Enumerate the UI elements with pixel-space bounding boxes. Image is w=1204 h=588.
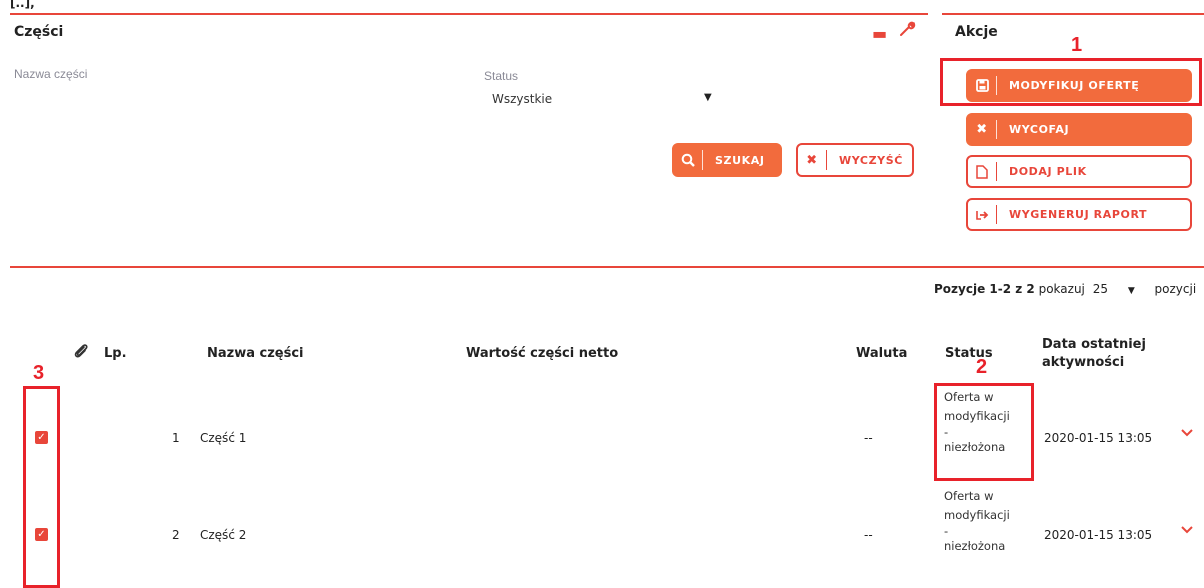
search-icon [674, 153, 702, 167]
col-header-part-name[interactable]: Nazwa części [207, 346, 304, 361]
status-line: - [944, 425, 949, 439]
add-file-label: DODAJ PLIK [1009, 165, 1087, 178]
status-filter-select[interactable]: Wszystkie ▼ [484, 88, 714, 110]
paperclip-icon [72, 342, 90, 364]
close-icon: ✖ [806, 152, 818, 168]
col-header-last-activity-line2[interactable]: aktywności [1042, 355, 1124, 370]
status-line: niezłożona [944, 440, 1006, 454]
page-size-select[interactable]: 25 ▼ [1093, 282, 1151, 296]
page-size-value: 25 [1092, 282, 1108, 296]
status-line: modyfikacji [944, 508, 1010, 522]
pagination: Pozycje 1-2 z 2 pokazuj 25 ▼ pozycji [934, 282, 1196, 296]
col-header-lp[interactable]: Lp. [104, 346, 127, 361]
col-header-net-value[interactable]: Wartość części netto [466, 346, 618, 361]
status-line: niezłożona [944, 539, 1006, 553]
withdraw-button[interactable]: ✖ WYCOFAJ [966, 113, 1192, 146]
list-section-rule [10, 266, 1204, 268]
close-icon: ✖ [976, 122, 988, 137]
search-button-label: SZUKAJ [715, 153, 765, 167]
part-name-label: Nazwa części [14, 67, 88, 81]
withdraw-label: WYCOFAJ [1009, 123, 1070, 136]
collapse-icon[interactable]: ▬ [872, 24, 887, 43]
row-status: Oferta w modyfikacji - niezłożona [944, 487, 1010, 556]
pagination-range: Pozycje 1-2 z 2 [934, 282, 1035, 296]
status-filter-label: Status [484, 69, 519, 83]
row-last-activity: 2020-01-15 13:05 [1044, 431, 1153, 445]
annotation-number-3: 3 [33, 362, 45, 384]
status-line: Oferta w [944, 489, 994, 503]
row-currency: -- [864, 431, 873, 445]
row-lp: 1 [172, 431, 180, 445]
parts-panel-title: Części [14, 24, 64, 40]
pagination-show-label: pokazuj [1038, 282, 1085, 296]
row-status: Oferta w modyfikacji - niezłożona [944, 388, 1010, 457]
generate-report-button[interactable]: WYGENERUJ RAPORT [966, 198, 1192, 231]
annotation-number-2: 2 [976, 356, 988, 378]
status-line: Oferta w [944, 390, 994, 404]
clear-button[interactable]: ✖ WYCZYŚĆ [796, 143, 914, 177]
chevron-down-icon: ▼ [704, 92, 712, 103]
col-header-last-activity-line1[interactable]: Data ostatniej [1042, 337, 1146, 352]
file-icon [968, 164, 996, 179]
top-text-fragment: [..], [10, 0, 35, 10]
actions-panel-title: Akcje [955, 24, 998, 40]
modify-offer-label: MODYFIKUJ OFERTĘ [1009, 79, 1140, 92]
chevron-down-icon: ▼ [1127, 286, 1135, 296]
save-icon [968, 79, 996, 92]
chevron-down-icon[interactable] [1180, 427, 1194, 442]
row-part-name: Część 1 [200, 431, 247, 445]
status-filter-value: Wszystkie [492, 92, 553, 106]
actions-panel-rule [942, 13, 1204, 15]
generate-report-label: WYGENERUJ RAPORT [1009, 208, 1148, 221]
clear-button-label: WYCZYŚĆ [839, 153, 903, 167]
pagination-suffix: pozycji [1154, 282, 1197, 296]
add-file-button[interactable]: DODAJ PLIK [966, 155, 1192, 188]
col-header-currency[interactable]: Waluta [856, 346, 907, 361]
annotation-number-1: 1 [1071, 34, 1083, 56]
modify-offer-button[interactable]: MODYFIKUJ OFERTĘ [966, 69, 1192, 102]
chevron-down-icon[interactable] [1180, 524, 1194, 539]
row-lp: 2 [172, 528, 180, 542]
row-checkbox[interactable]: ✓ [35, 528, 48, 541]
export-icon [968, 209, 996, 221]
wrench-icon[interactable] [898, 20, 916, 42]
row-currency: -- [864, 528, 873, 542]
row-checkbox[interactable]: ✓ [35, 431, 48, 444]
annotation-box-3 [23, 386, 60, 588]
row-last-activity: 2020-01-15 13:05 [1044, 528, 1153, 542]
status-line: modyfikacji [944, 409, 1010, 423]
search-button[interactable]: SZUKAJ [672, 143, 782, 177]
row-part-name: Część 2 [200, 528, 247, 542]
status-line: - [944, 524, 949, 538]
parts-panel-rule [10, 13, 928, 15]
